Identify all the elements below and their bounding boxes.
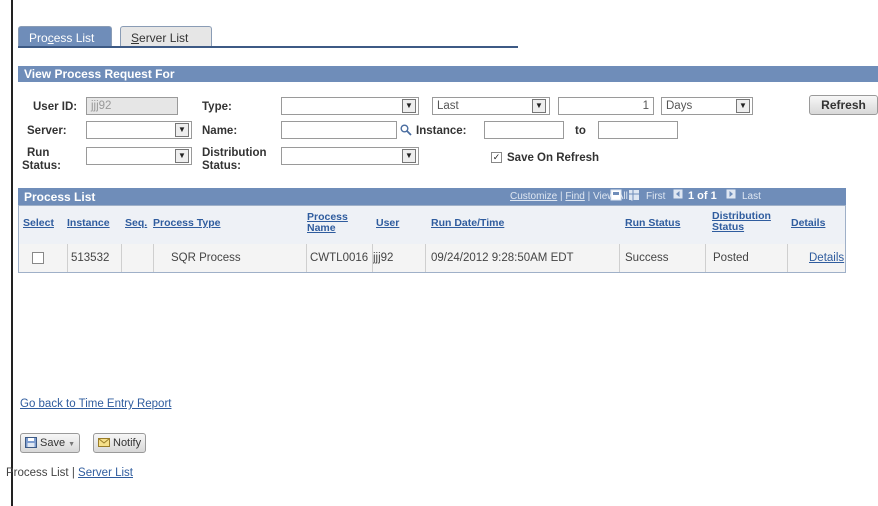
col-header-select[interactable]: Select <box>19 206 67 244</box>
notify-icon <box>98 437 110 448</box>
left-border-rule <box>11 0 13 506</box>
chevron-down-icon: ▼ <box>68 441 76 448</box>
chevron-down-icon[interactable]: ▼ <box>402 149 416 163</box>
footer-separator: | <box>68 467 79 479</box>
process-list-grid-header: Process List Customize | Find | View All… <box>18 188 846 205</box>
name-label: Name: <box>202 125 238 137</box>
chevron-down-icon[interactable]: ▼ <box>175 149 189 163</box>
col-header-run-datetime[interactable]: Run Date/Time <box>425 206 619 244</box>
column-divider <box>372 244 373 272</box>
save-on-refresh-label: Save On Refresh <box>507 152 600 164</box>
last-link[interactable]: Last <box>742 191 761 202</box>
column-divider <box>153 244 154 272</box>
refresh-button[interactable]: Refresh <box>809 95 878 115</box>
user-id-label: User ID: <box>33 101 78 113</box>
column-divider <box>121 244 122 272</box>
cell-instance: 513532 <box>67 244 121 272</box>
criteria-section-title: View Process Request For <box>18 66 878 82</box>
col-header-seq[interactable]: Seq. <box>121 206 153 244</box>
instance-label: Instance: <box>416 125 467 137</box>
download-icon[interactable] <box>610 189 622 204</box>
column-divider <box>787 244 788 272</box>
server-label: Server: <box>27 125 67 137</box>
column-divider <box>619 244 620 272</box>
save-on-refresh-checkbox[interactable]: ✓ <box>491 152 502 163</box>
column-divider <box>425 244 426 272</box>
instance-from-field[interactable] <box>484 121 564 139</box>
row-select-cell <box>19 244 67 272</box>
tab-underline <box>18 46 518 48</box>
instance-to-field[interactable] <box>598 121 678 139</box>
col-header-instance[interactable]: Instance <box>67 206 121 244</box>
grid-title: Process List <box>24 190 96 204</box>
column-divider <box>306 244 307 272</box>
col-header-distribution-status[interactable]: Distribution Status <box>705 206 787 244</box>
previous-icon[interactable] <box>673 189 683 202</box>
cell-process-name: CWTL0016 <box>306 244 372 272</box>
col-header-user[interactable]: User <box>372 206 425 244</box>
run-status-label-line2: Status: <box>22 160 61 172</box>
name-field[interactable] <box>281 121 397 139</box>
first-link[interactable]: First <box>646 191 665 202</box>
details-link[interactable]: Details <box>809 252 844 264</box>
cell-user: jjj92 <box>372 244 425 272</box>
column-divider <box>705 244 706 272</box>
distribution-status-label-line2: Status: <box>202 160 241 172</box>
col-header-process-type[interactable]: Process Type <box>153 206 306 244</box>
cell-process-type: SQR Process <box>153 244 306 272</box>
chevron-down-icon[interactable]: ▼ <box>532 99 546 113</box>
cell-run-datetime: 09/24/2012 9:28:50AM EDT <box>425 244 619 272</box>
range-number-field[interactable]: 1 <box>558 97 654 115</box>
process-list-grid: Select Instance Seq. Process Type Proces… <box>18 205 846 273</box>
save-button-label: Save <box>40 437 66 449</box>
save-button[interactable]: Save ▼ <box>20 433 81 453</box>
chevron-down-icon[interactable]: ▼ <box>402 99 416 113</box>
notify-button[interactable]: Notify <box>93 433 147 453</box>
cell-run-status: Success <box>619 244 705 272</box>
tab-server-list-label-b: erver List <box>139 31 189 45</box>
tab-process-list-label-a: Pro <box>29 31 48 45</box>
col-header-process-name-line2: Name <box>307 222 336 234</box>
tab-server-list-label-a: S <box>131 31 140 45</box>
tab-process-list[interactable]: Process List <box>18 26 112 48</box>
col-header-distribution-line2: Status <box>712 221 745 233</box>
run-status-label-line1: Run <box>27 147 50 159</box>
type-label: Type: <box>202 101 232 113</box>
chevron-down-icon[interactable]: ▼ <box>175 123 189 137</box>
find-link[interactable]: Find <box>565 191 584 202</box>
notify-button-label: Notify <box>113 437 142 449</box>
back-to-time-entry-report-link[interactable]: Go back to Time Entry Report <box>20 398 171 410</box>
col-header-details[interactable]: Details <box>787 206 845 244</box>
footer-links: Process List | Server List <box>6 467 133 479</box>
cell-details: Details <box>787 244 845 272</box>
row-select-checkbox[interactable] <box>32 252 44 264</box>
col-header-run-status[interactable]: Run Status <box>619 206 705 244</box>
footer-process-list: Process List <box>6 467 69 479</box>
chevron-down-icon[interactable]: ▼ <box>736 99 750 113</box>
next-icon[interactable] <box>726 189 736 202</box>
tab-server-list[interactable]: Server List <box>120 26 212 48</box>
tab-process-list-label-c: ess List <box>53 31 95 45</box>
save-icon <box>25 437 37 448</box>
search-icon[interactable] <box>400 124 412 136</box>
column-divider <box>67 244 68 272</box>
type-select[interactable] <box>281 97 419 115</box>
user-id-field: jjj92 <box>86 97 178 115</box>
cell-seq <box>121 244 153 272</box>
spreadsheet-icon[interactable] <box>628 189 640 204</box>
distribution-status-label-line1: Distribution <box>202 147 267 159</box>
cell-distribution-status: Posted <box>705 244 787 272</box>
distribution-status-select[interactable] <box>281 147 419 165</box>
instance-to-label: to <box>575 125 586 137</box>
customize-link[interactable]: Customize <box>510 191 557 202</box>
grid-range-count: 1 of 1 <box>688 190 717 202</box>
footer-server-list-link[interactable]: Server List <box>78 467 133 479</box>
col-header-process-name[interactable]: Process Name <box>306 206 372 244</box>
